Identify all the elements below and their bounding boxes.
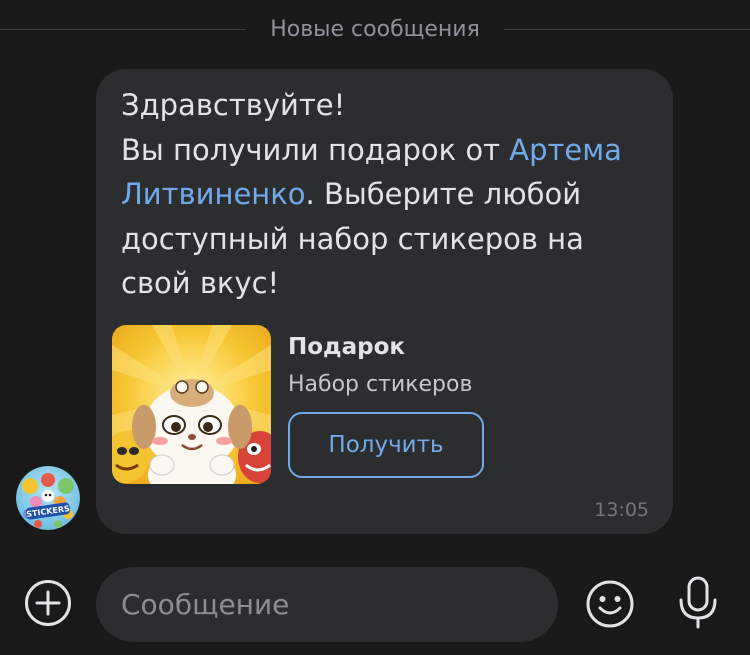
- microphone-icon: [679, 576, 717, 629]
- message-text: Здравствуйте! Вы получили подарок от Арт…: [121, 83, 661, 306]
- sender-avatar[interactable]: STICKERS: [16, 466, 80, 530]
- divider-line-right: [503, 28, 750, 30]
- gift-subtitle: Набор стикеров: [288, 372, 473, 397]
- get-gift-button[interactable]: Получить: [288, 412, 484, 478]
- chat-screen: Новые сообщения Здравствуйте! Вы получил…: [0, 0, 750, 655]
- message-bubble: Здравствуйте! Вы получили подарок от Арт…: [96, 69, 673, 534]
- message-greeting: Здравствуйте!: [121, 88, 346, 122]
- divider-line-left: [0, 28, 247, 30]
- attach-button[interactable]: [24, 579, 72, 627]
- message-timestamp: 13:05: [594, 499, 649, 521]
- gift-sticker-image[interactable]: [112, 325, 271, 484]
- emoji-button[interactable]: [585, 579, 635, 629]
- voice-message-button[interactable]: [674, 574, 722, 630]
- message-input[interactable]: [96, 567, 558, 642]
- gift-title: Подарок: [288, 334, 406, 360]
- message-text-before-link: Вы получили подарок от: [121, 132, 510, 167]
- new-messages-label: Новые сообщения: [270, 16, 480, 42]
- new-messages-divider: Новые сообщения: [0, 10, 750, 48]
- plus-circle-icon: [25, 580, 71, 626]
- smile-icon: [586, 580, 634, 628]
